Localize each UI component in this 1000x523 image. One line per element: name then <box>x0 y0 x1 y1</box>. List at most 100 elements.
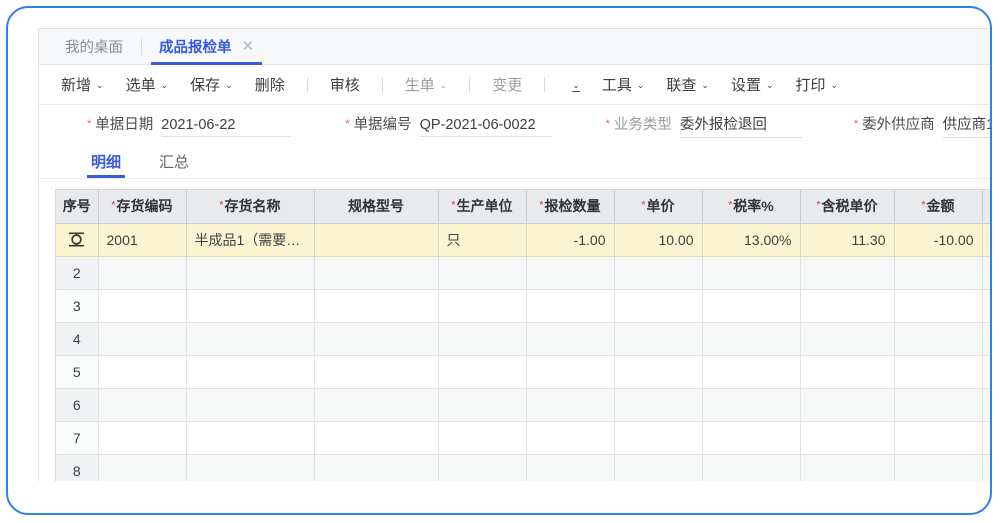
cell-tax-rate[interactable] <box>702 289 801 323</box>
cell-unit-price[interactable] <box>614 256 703 290</box>
cell-production-unit[interactable]: 只 <box>438 223 527 257</box>
toolbar-button-print[interactable]: 设置 ⌄ <box>731 74 774 95</box>
cell-inventory-code[interactable]: 2001 <box>98 223 187 257</box>
cell-extra[interactable] <box>982 256 990 290</box>
column-header-inventory-code[interactable]: *存货编码 <box>98 190 187 224</box>
cell-amount[interactable] <box>894 388 983 422</box>
cell-inventory-code[interactable] <box>98 289 187 323</box>
table-row[interactable]: 3 <box>56 289 990 323</box>
table-row[interactable]: 2001 半成品1（需要… 只 -1.00 10.00 13.00% 11.30… <box>56 223 990 257</box>
cell-specification[interactable] <box>314 421 439 455</box>
cell-amount[interactable] <box>894 355 983 389</box>
cell-unit-price[interactable] <box>614 421 703 455</box>
cell-inspection-quantity[interactable] <box>526 256 615 290</box>
cell-inventory-code[interactable] <box>98 388 187 422</box>
cell-tax-rate[interactable] <box>702 322 801 356</box>
toolbar-button-settings[interactable]: 联查 ⌄ <box>666 74 709 95</box>
cell-extra[interactable] <box>982 289 990 323</box>
cell-tax-rate[interactable] <box>702 388 801 422</box>
cell-inspection-quantity[interactable]: -1.00 <box>526 223 615 257</box>
table-row[interactable]: 6 <box>56 388 990 422</box>
cell-inventory-code[interactable] <box>98 256 187 290</box>
cell-amount[interactable] <box>894 322 983 356</box>
cell-production-unit[interactable] <box>438 322 527 356</box>
cell-amount[interactable]: -10.00 <box>894 223 983 257</box>
cell-inventory-code[interactable] <box>98 421 187 455</box>
table-row[interactable]: 8 <box>56 454 990 481</box>
cell-extra[interactable] <box>982 322 990 356</box>
toolbar-button-select-order[interactable]: 选单 ⌄ <box>126 74 169 95</box>
table-row[interactable]: 7 <box>56 421 990 455</box>
cell-production-unit[interactable] <box>438 289 527 323</box>
table-row[interactable]: 2 <box>56 256 990 290</box>
document-date-input[interactable]: 2021-06-22 <box>161 117 292 137</box>
toolbar-button-audit[interactable]: 审核 <box>330 74 360 95</box>
cell-production-unit[interactable] <box>438 355 527 389</box>
cell-tax-inclusive-price[interactable] <box>800 322 895 356</box>
cell-inventory-name[interactable] <box>186 256 315 290</box>
cell-inventory-code[interactable] <box>98 355 187 389</box>
toolbar-button-delete[interactable]: 删除 <box>255 74 285 95</box>
table-row[interactable]: 5 <box>56 355 990 389</box>
cell-extra[interactable] <box>982 454 990 481</box>
cell-inventory-name[interactable]: 半成品1（需要… <box>186 223 315 257</box>
cell-tax-inclusive-price[interactable] <box>800 454 895 481</box>
tab-detail[interactable]: 明细 <box>86 151 126 178</box>
cell-extra[interactable] <box>982 223 990 257</box>
cell-inventory-code[interactable] <box>98 322 187 356</box>
cell-specification[interactable] <box>314 322 439 356</box>
cell-unit-price[interactable]: 10.00 <box>614 223 703 257</box>
cell-extra[interactable] <box>982 421 990 455</box>
cell-specification[interactable] <box>314 355 439 389</box>
cell-inspection-quantity[interactable] <box>526 454 615 481</box>
cell-tax-rate[interactable] <box>702 256 801 290</box>
outsourcing-supplier-input[interactable]: 供应商1 <box>942 113 990 138</box>
cell-unit-price[interactable] <box>614 289 703 323</box>
cell-unit-price[interactable] <box>614 355 703 389</box>
cell-tax-inclusive-price[interactable] <box>800 355 895 389</box>
cell-inventory-name[interactable] <box>186 421 315 455</box>
cell-amount[interactable] <box>894 454 983 481</box>
window-tab-inspection-form[interactable]: 成品报检单 ✕ <box>141 29 272 65</box>
column-header-specification[interactable]: 规格型号 <box>314 190 439 224</box>
cell-production-unit[interactable] <box>438 421 527 455</box>
business-type-input[interactable]: 委外报检退回 <box>679 113 802 138</box>
cell-tax-inclusive-price[interactable]: 11.30 <box>800 223 895 257</box>
toolbar-button-change[interactable]: 变更 <box>492 74 522 95</box>
cell-inventory-name[interactable] <box>186 322 315 356</box>
window-tab-desktop[interactable]: 我的桌面 <box>47 29 141 64</box>
cell-inventory-name[interactable] <box>186 388 315 422</box>
cell-inspection-quantity[interactable] <box>526 421 615 455</box>
cell-specification[interactable] <box>314 454 439 481</box>
cell-tax-rate[interactable] <box>702 421 801 455</box>
cell-extra[interactable] <box>982 355 990 389</box>
cell-specification[interactable] <box>314 256 439 290</box>
cell-inspection-quantity[interactable] <box>526 355 615 389</box>
toolbar-button-more[interactable]: 打印 ⌄ <box>796 74 839 95</box>
cell-tax-inclusive-price[interactable] <box>800 256 895 290</box>
column-header-inventory-name[interactable]: *存货名称 <box>186 190 315 224</box>
toolbar-button-linked-query[interactable]: 工具 ⌄ <box>602 74 645 95</box>
cell-tax-inclusive-price[interactable] <box>800 388 895 422</box>
column-header-amount[interactable]: *金额 <box>894 190 983 224</box>
column-header-tax-rate[interactable]: *税率% <box>702 190 801 224</box>
cell-unit-price[interactable] <box>614 322 703 356</box>
cell-unit-price[interactable] <box>614 388 703 422</box>
cell-production-unit[interactable] <box>438 388 527 422</box>
toolbar-button-add[interactable]: 新增 ⌄ <box>61 74 104 95</box>
cell-inspection-quantity[interactable] <box>526 322 615 356</box>
cell-amount[interactable] <box>894 256 983 290</box>
column-header-inspection-quantity[interactable]: *报检数量 <box>526 190 615 224</box>
cell-tax-rate[interactable] <box>702 355 801 389</box>
cell-production-unit[interactable] <box>438 454 527 481</box>
document-number-input[interactable]: QP-2021-06-0022 <box>419 117 552 137</box>
cell-specification[interactable] <box>314 388 439 422</box>
cell-tax-rate[interactable] <box>702 454 801 481</box>
column-header-production-unit[interactable]: *生产单位 <box>438 190 527 224</box>
toolbar-button-save[interactable]: 保存 ⌄ <box>190 74 233 95</box>
column-header-extra[interactable] <box>982 190 990 224</box>
cell-tax-rate[interactable]: 13.00% <box>702 223 801 257</box>
cell-unit-price[interactable] <box>614 454 703 481</box>
cell-extra[interactable] <box>982 388 990 422</box>
cell-specification[interactable] <box>314 223 439 257</box>
